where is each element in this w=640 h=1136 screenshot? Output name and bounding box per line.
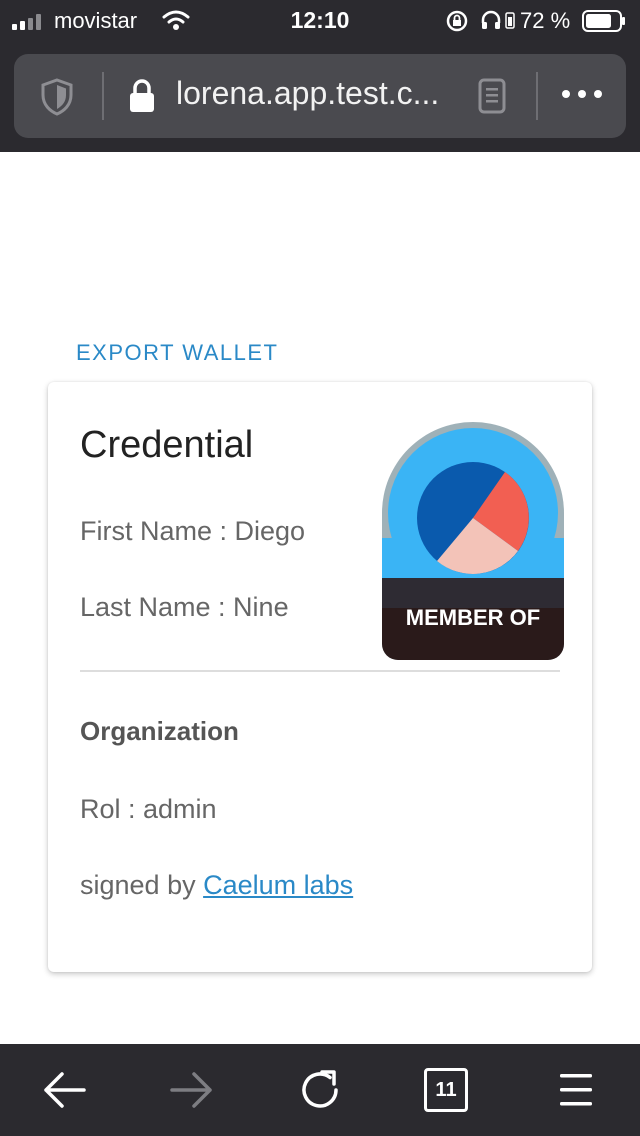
shield-icon[interactable]: [40, 78, 74, 116]
credential-card: Credential First Name : Diego Last Name …: [48, 382, 592, 972]
tabs-icon[interactable]: 11: [424, 1068, 468, 1112]
browser-toolbar: 11: [0, 1044, 640, 1136]
organization-heading: Organization: [80, 716, 239, 746]
browser-chrome: lorena.app.test.c...: [0, 40, 640, 152]
first-name-field: First Name : Diego: [80, 516, 306, 546]
reload-icon[interactable]: [296, 1066, 344, 1114]
battery-percent: 72 %: [520, 8, 571, 33]
url-text[interactable]: lorena.app.test.c...: [176, 75, 439, 112]
member-of-badge: MEMBER OF: [382, 422, 564, 660]
divider: [80, 670, 560, 672]
signed-by-prefix: signed by: [80, 870, 204, 900]
battery-icon: [582, 10, 625, 32]
back-icon[interactable]: [40, 1066, 88, 1114]
role-field: Rol : admin: [80, 794, 217, 824]
status-bar: movistar 12:10 72 %: [0, 0, 640, 40]
address-bar[interactable]: lorena.app.test.c...: [14, 54, 626, 138]
signed-by: signed by Caelum labs: [80, 870, 353, 901]
headphone-battery-icon: [505, 12, 515, 29]
headphones-icon: [481, 10, 501, 29]
lock-icon: [130, 79, 154, 112]
badge-label: MEMBER OF: [406, 605, 540, 630]
separator: [102, 72, 104, 120]
reader-icon[interactable]: [478, 78, 506, 114]
forward-icon[interactable]: [168, 1066, 216, 1114]
menu-icon[interactable]: [552, 1066, 600, 1114]
card-title: Credential: [80, 424, 254, 466]
more-icon[interactable]: [560, 88, 604, 100]
orientation-lock-icon: [446, 10, 468, 32]
export-wallet-link[interactable]: EXPORT WALLET: [76, 340, 278, 366]
separator: [536, 72, 538, 120]
signer-link[interactable]: Caelum labs: [203, 870, 353, 900]
last-name-field: Last Name : Nine: [80, 592, 289, 622]
